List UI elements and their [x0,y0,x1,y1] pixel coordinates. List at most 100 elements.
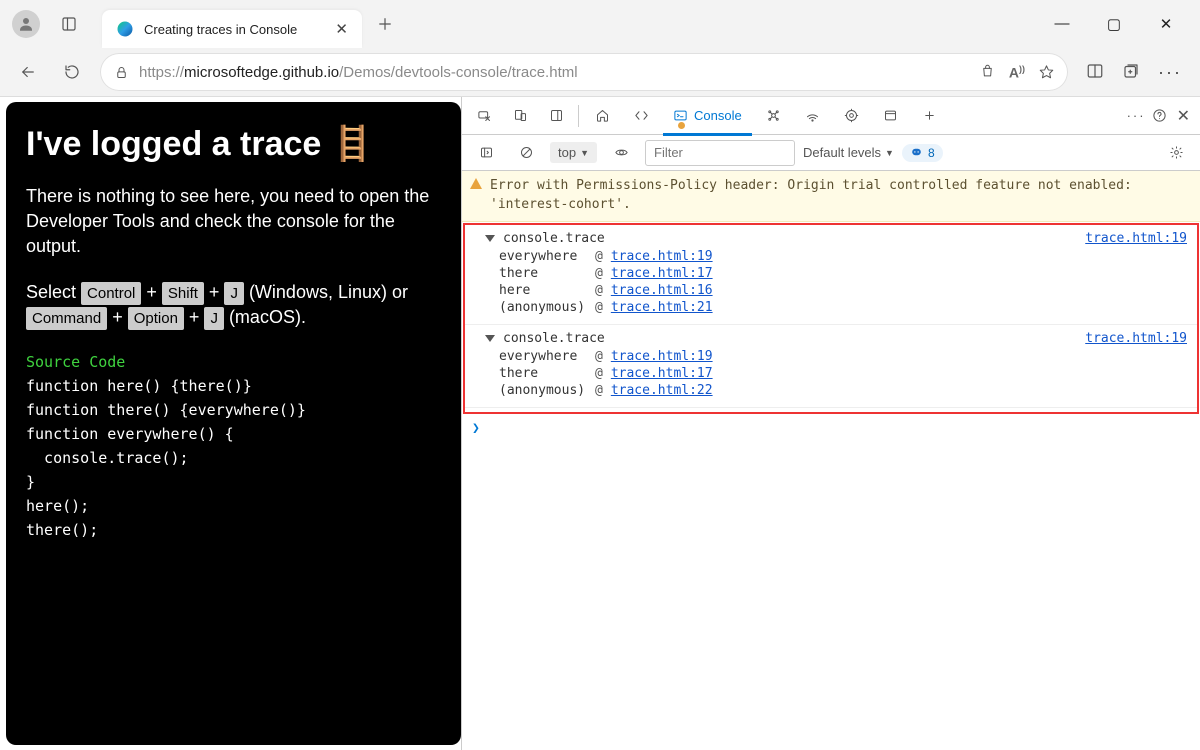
console-warning-dot-icon [678,122,685,129]
shopping-icon[interactable] [980,64,995,79]
split-screen-icon[interactable] [1086,62,1104,80]
issues-icon [910,146,923,159]
frame-function: here [499,283,587,298]
frame-location-link[interactable]: trace.html:16 [611,283,713,298]
window-controls: ― ▢ ✕ [1042,15,1194,33]
stack-frame: (anonymous) @ trace.html:22 [485,382,1187,399]
window-minimize[interactable]: ― [1042,15,1082,33]
devtools-tabstrip: Console ··· ✕ [462,97,1200,135]
devtools-more-icon[interactable]: ··· [1127,108,1146,123]
window-maximize[interactable]: ▢ [1094,15,1134,33]
log-levels-selector[interactable]: Default levels ▼ [803,145,894,160]
stack-frame: there @ trace.html:17 [485,265,1187,282]
help-icon[interactable] [1152,108,1167,123]
browser-tab[interactable]: Creating traces in Console ✕ [102,10,362,48]
more-menu-icon[interactable]: ··· [1158,62,1182,83]
trace-source-link[interactable]: trace.html:19 [1085,231,1187,246]
source-code-block: Source Code function here() {there()} fu… [26,350,441,542]
frame-at: @ [595,266,603,281]
frame-function: everywhere [499,349,587,364]
trace-header[interactable]: console.trace trace.html:19 [485,329,1187,348]
window-close[interactable]: ✕ [1146,15,1186,33]
demo-page: I've logged a trace 🪜 There is nothing t… [6,102,461,745]
issues-badge[interactable]: 8 [902,144,943,162]
tab-network[interactable] [795,97,830,135]
console-prompt[interactable]: ❯ [462,415,1200,442]
tab-console-label: Console [694,108,742,123]
favorite-star-icon[interactable] [1039,64,1054,79]
toggle-sidebar-icon[interactable] [470,137,502,169]
reload-button[interactable] [56,56,88,88]
new-tab-button[interactable] [368,7,402,41]
trace-block: console.trace trace.html:19 everywhere @ tra… [465,225,1197,325]
frame-at: @ [595,383,603,398]
stack-frame: (anonymous)@trace.html:21 [485,299,1187,316]
reader-icon[interactable]: A)) [1009,64,1025,81]
tab-welcome[interactable] [585,97,620,135]
frame-location-link[interactable]: trace.html:17 [611,266,713,281]
page-heading: I've logged a trace 🪜 [26,124,441,164]
frame-at: @ [595,349,603,364]
frame-location-link[interactable]: trace.html:22 [611,383,713,398]
frame-at: @ [595,249,603,264]
trace-label: console.trace [503,331,605,346]
frame-function: there [499,366,587,381]
device-toolbar-icon[interactable] [504,100,536,132]
devtools-close-icon[interactable]: ✕ [1173,106,1194,126]
kbd-j-mac: J [204,307,224,330]
tab-performance[interactable] [834,97,869,135]
devtools-panel: Console ··· ✕ top ▼ Default levels ▼ 8 [461,97,1200,750]
disclosure-triangle-icon [485,235,495,242]
kbd-command: Command [26,307,107,330]
frame-location-link[interactable]: trace.html:19 [611,249,713,264]
trace-block: console.trace trace.html:19 everywhere @ tra… [465,325,1197,408]
profile-avatar[interactable] [12,10,40,38]
content-area: I've logged a trace 🪜 There is nothing t… [0,96,1200,750]
filter-input[interactable] [645,140,795,166]
tab-sources[interactable] [756,97,791,135]
frame-location-link[interactable]: trace.html:21 [611,300,713,315]
stack-frame: everywhere @ trace.html:19 [485,348,1187,365]
back-button[interactable] [12,56,44,88]
disclosure-triangle-icon [485,335,495,342]
trace-label: console.trace [503,231,605,246]
live-expression-icon[interactable] [605,137,637,169]
frame-function: there [499,266,587,281]
frame-location-link[interactable]: trace.html:17 [611,366,713,381]
trace-header[interactable]: console.trace trace.html:19 [485,229,1187,248]
context-selector[interactable]: top ▼ [550,142,597,163]
lock-icon [114,65,129,80]
edge-logo-icon [116,20,134,38]
workspaces-icon[interactable] [52,7,86,41]
frame-function: (anonymous) [499,300,587,315]
ladder-emoji-icon: 🪜 [331,124,373,164]
frame-location-link[interactable]: trace.html:19 [611,349,713,364]
tab-console[interactable]: Console [663,97,752,135]
console-toolbar: top ▼ Default levels ▼ 8 [462,135,1200,171]
tab-application[interactable] [873,97,908,135]
url-input[interactable]: https://microsoftedge.github.io/Demos/de… [100,53,1068,91]
frame-at: @ [595,366,603,381]
kbd-shift: Shift [162,282,204,305]
url-text: https://microsoftedge.github.io/Demos/de… [139,64,578,81]
trace-source-link[interactable]: trace.html:19 [1085,331,1187,346]
console-settings-icon[interactable] [1160,137,1192,169]
kbd-j: J [224,282,244,305]
tab-title: Creating traces in Console [144,22,297,37]
console-output: Error with Permissions-Policy header: Or… [462,171,1200,750]
frame-function: everywhere [499,249,587,264]
frame-function: (anonymous) [499,383,587,398]
tab-elements[interactable] [624,97,659,135]
inspect-element-icon[interactable] [468,100,500,132]
titlebar: Creating traces in Console ✕ ― ▢ ✕ [0,0,1200,48]
collections-icon[interactable] [1122,62,1140,80]
clear-console-icon[interactable] [510,137,542,169]
dock-side-icon[interactable] [540,100,572,132]
kbd-control: Control [81,282,141,305]
tab-close-icon[interactable]: ✕ [335,20,348,38]
console-warning-message[interactable]: Error with Permissions-Policy header: Or… [462,171,1200,222]
stack-frame: there @ trace.html:17 [485,365,1187,382]
tab-more[interactable] [912,97,947,135]
address-bar-row: https://microsoftedge.github.io/Demos/de… [0,48,1200,96]
highlighted-traces: console.trace trace.html:19 everywhere @ tra… [463,223,1199,414]
